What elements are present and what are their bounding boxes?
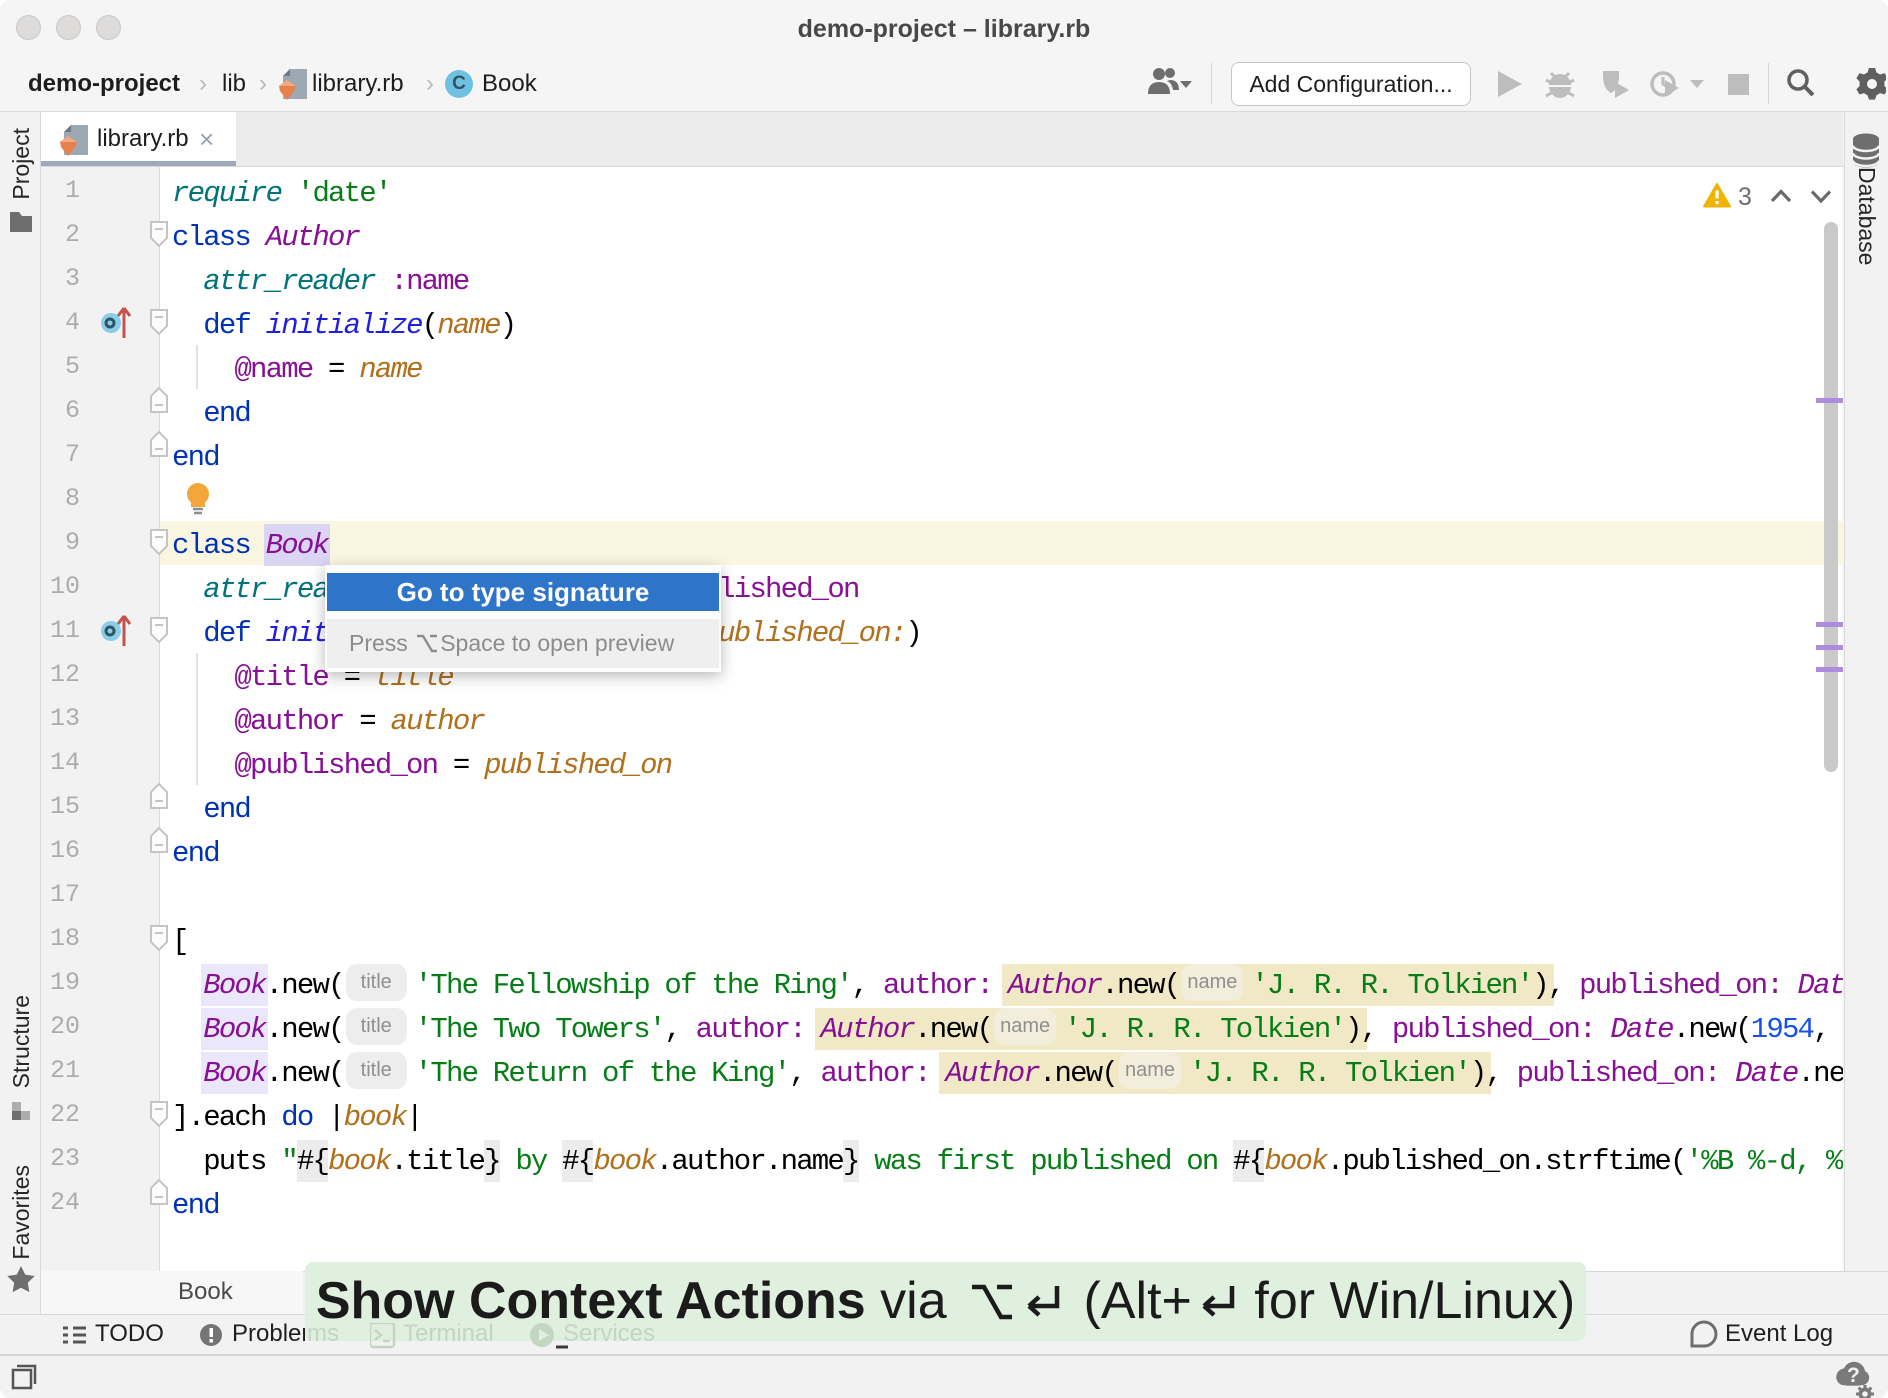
svg-text:3: 3	[1738, 183, 1752, 211]
svg-text:?: ?	[1847, 1364, 1860, 1387]
